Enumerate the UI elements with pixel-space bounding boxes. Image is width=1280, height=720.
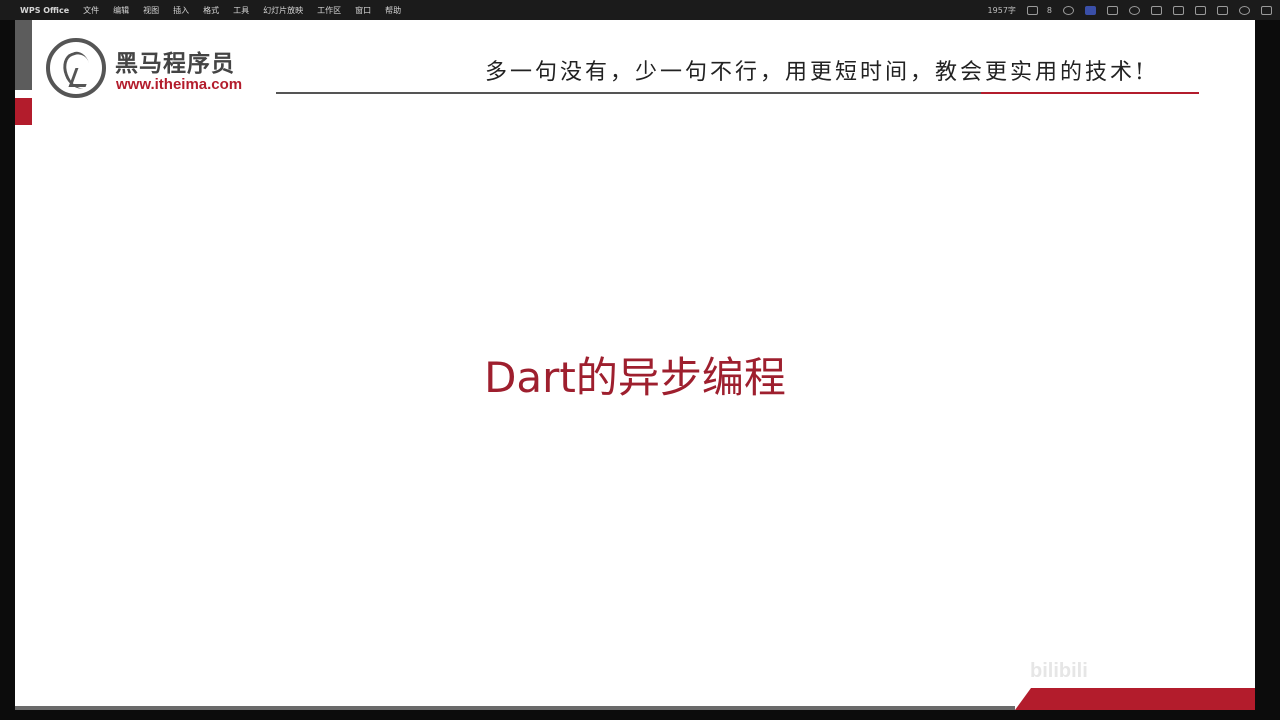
menu-bar: WPS Office 文件 编辑 视图 插入 格式 工具 幻灯片放映 工作区 窗…	[0, 0, 1280, 20]
notification-icon[interactable]	[1261, 5, 1272, 15]
menu-window[interactable]: 窗口	[355, 5, 371, 16]
menu-help[interactable]: 帮助	[385, 5, 401, 16]
menu-workspace[interactable]: 工作区	[317, 5, 341, 16]
slide-slogan: 多一句没有，少一句不行，用更短时间，教会更实用的技术!	[485, 60, 1147, 85]
menu-view[interactable]: 视图	[143, 5, 159, 16]
menu-edit[interactable]: 编辑	[113, 5, 129, 16]
menu-format[interactable]: 格式	[203, 5, 219, 16]
brand-name: 黑马程序员	[115, 51, 235, 77]
display-icon[interactable]	[1107, 5, 1118, 15]
footer-banner	[1015, 688, 1255, 710]
mail-count-status[interactable]: 8	[1047, 6, 1052, 15]
menu-file[interactable]: 文件	[83, 5, 99, 16]
sync-icon[interactable]	[1129, 5, 1140, 15]
brand-logo: 黑马程序员 www.itheima.com	[46, 38, 286, 100]
left-accent-bar-grey	[15, 20, 32, 90]
menu-tools[interactable]: 工具	[233, 5, 249, 16]
status-area: 1957字 8	[979, 5, 1272, 16]
footer-banner-text: 高级软件人才培训专家	[1062, 25, 1243, 44]
left-accent-bar-red	[15, 98, 32, 125]
control-center-icon[interactable]	[1239, 5, 1250, 15]
search-icon[interactable]	[1063, 5, 1074, 15]
bottom-divider	[15, 706, 1015, 710]
word-count-status[interactable]: 1957字	[988, 5, 1016, 16]
horse-logo-icon	[46, 38, 106, 98]
brand-url: www.itheima.com	[116, 76, 243, 93]
slide-title: Dart的异步编程	[484, 353, 786, 402]
mail-icon[interactable]	[1026, 5, 1038, 15]
menu-slideshow[interactable]: 幻灯片放映	[263, 5, 303, 16]
menu-app-name[interactable]: WPS Office	[20, 6, 69, 15]
battery-icon[interactable]	[1217, 5, 1228, 15]
chat-icon[interactable]	[1151, 5, 1162, 15]
video-watermark: bilibili	[1030, 660, 1088, 682]
header-divider-accent	[981, 92, 1199, 94]
wifi-icon[interactable]	[1195, 5, 1206, 15]
screen-record-icon[interactable]	[1085, 5, 1096, 15]
menu-insert[interactable]: 插入	[173, 5, 189, 16]
presentation-slide: 黑马程序员 www.itheima.com 多一句没有，少一句不行，用更短时间，…	[15, 20, 1255, 710]
bluetooth-icon[interactable]	[1173, 5, 1184, 15]
header-divider	[276, 92, 981, 94]
